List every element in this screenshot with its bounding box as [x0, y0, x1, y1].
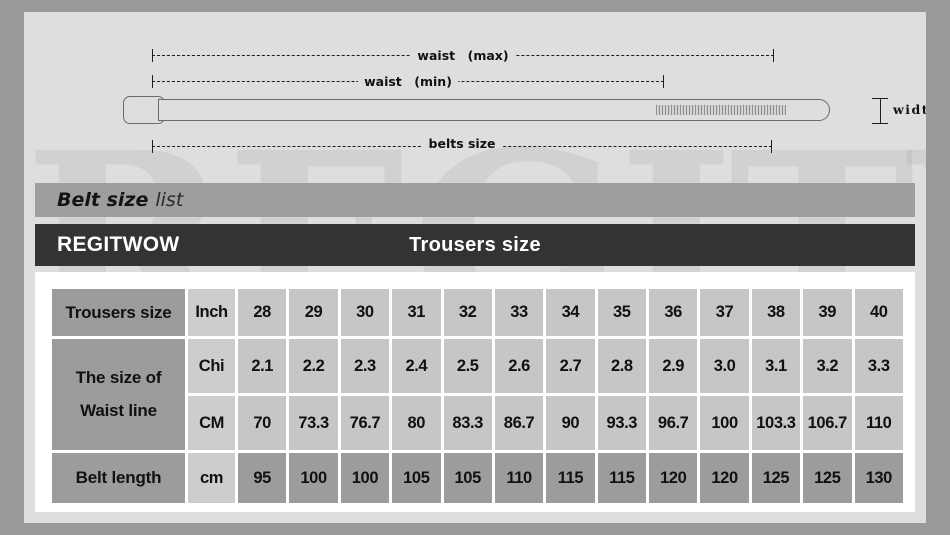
table-row-trousers-size: Trousers size Inch 28 29 30 31 32 33 34 … — [52, 289, 903, 336]
dimension-waist-min: waist (min) — [152, 71, 664, 90]
unit-cell-inch: Inch — [188, 289, 235, 336]
width-stem — [880, 98, 881, 124]
cell-waist-chi-10: 3.1 — [751, 339, 801, 393]
cell-belt-length-12: 130 — [854, 453, 903, 503]
cell-waist-chi-0: 2.1 — [238, 339, 287, 393]
table-row-waist-chi: The size of Waist line Chi 2.1 2.2 2.3 2… — [52, 339, 903, 450]
cell-trousers-size-0: 28 — [238, 289, 287, 336]
cell-belt-length-1: 100 — [289, 453, 338, 503]
cell-waist-chi-1: 2.2 — [289, 339, 338, 393]
brand-name: REGITWOW — [57, 233, 180, 256]
cell-waist-cm-1: 73.3 — [289, 396, 338, 450]
cell-waist-chi-7: 2.8 — [597, 339, 646, 393]
dimension-cap-right — [663, 75, 664, 88]
cell-waist-cm-3: 80 — [392, 396, 441, 450]
cell-waist-cm-0: 70 — [238, 396, 287, 450]
cell-belt-length-2: 100 — [340, 453, 390, 503]
cell-waist-cm-10: 103.3 — [751, 396, 801, 450]
cell-belt-length-3: 105 — [392, 453, 441, 503]
cell-waist-chi-11: 3.2 — [803, 339, 852, 393]
cell-waist-cm-4: 83.3 — [443, 396, 492, 450]
cell-belt-length-10: 125 — [751, 453, 801, 503]
cell-waist-chi-4: 2.5 — [443, 339, 492, 393]
belt-diagram: waist (max) waist (min) width belts size — [24, 12, 926, 172]
cell-waist-chi-6: 2.7 — [546, 339, 595, 393]
cell-waist-cm-7: 93.3 — [597, 396, 646, 450]
cell-waist-cm-6: 90 — [546, 396, 595, 450]
dimension-cap-left — [152, 49, 153, 62]
cell-waist-chi-9: 3.0 — [700, 339, 749, 393]
dimension-cap-right — [773, 49, 774, 62]
row-header-waist-line-1: The size of — [75, 368, 162, 388]
cell-waist-chi-12: 3.3 — [854, 339, 903, 393]
cell-waist-chi-2: 2.3 — [340, 339, 390, 393]
cell-waist-cm-9: 100 — [700, 396, 749, 450]
dimension-cap-left — [152, 75, 153, 88]
cell-trousers-size-6: 34 — [546, 289, 595, 336]
dimension-label-width: width — [893, 102, 926, 117]
cell-waist-cm-2: 76.7 — [340, 396, 390, 450]
dimension-label-waist-min: waist (min) — [358, 71, 458, 90]
dimension-waist-max: waist (max) — [152, 45, 774, 64]
cell-trousers-size-12: 40 — [854, 289, 903, 336]
table-row-belt-length: Belt length cm 95 100 100 105 105 110 11… — [52, 453, 903, 503]
cell-trousers-size-11: 39 — [803, 289, 852, 336]
cell-belt-length-8: 120 — [649, 453, 698, 503]
cell-trousers-size-1: 29 — [289, 289, 338, 336]
cell-waist-cm-5: 86.7 — [494, 396, 544, 450]
dimension-cap-left — [152, 140, 153, 153]
cell-belt-length-5: 110 — [494, 453, 544, 503]
row-header-waist-line: The size of Waist line — [52, 339, 185, 450]
belt-size-list-bold-text: Belt size — [57, 189, 149, 211]
cell-trousers-size-3: 31 — [392, 289, 441, 336]
cell-belt-length-0: 95 — [238, 453, 287, 503]
cell-trousers-size-8: 36 — [649, 289, 698, 336]
belt-size-list-bar: Belt size list — [35, 183, 915, 217]
width-tick-bottom — [872, 123, 888, 124]
cell-belt-length-11: 125 — [803, 453, 852, 503]
cell-waist-chi-8: 2.9 — [649, 339, 698, 393]
cell-trousers-size-10: 38 — [751, 289, 801, 336]
cell-trousers-size-5: 33 — [494, 289, 544, 336]
cell-belt-length-9: 120 — [700, 453, 749, 503]
cell-trousers-size-7: 35 — [597, 289, 646, 336]
row-header-belt-length: Belt length — [52, 453, 185, 503]
dimension-label-waist-max: waist (max) — [411, 45, 515, 64]
cell-belt-length-6: 115 — [546, 453, 595, 503]
cell-waist-chi-3: 2.4 — [392, 339, 441, 393]
cell-belt-length-7: 115 — [597, 453, 646, 503]
cell-trousers-size-4: 32 — [443, 289, 492, 336]
cell-waist-cm-12: 110 — [854, 396, 903, 450]
dimension-label-belts-size: belts size — [422, 136, 502, 151]
belt-holes-icon — [656, 105, 786, 115]
cell-waist-chi-5: 2.6 — [494, 339, 544, 393]
unit-cell-cm-upper: CM — [188, 396, 235, 450]
unit-cell-cm-lower: cm — [188, 453, 235, 503]
width-dimension-marker — [869, 98, 891, 124]
dimension-cap-right — [771, 140, 772, 153]
row-header-waist-line-2: Waist line — [80, 400, 157, 420]
size-table: Trousers size Inch 28 29 30 31 32 33 34 … — [49, 286, 906, 506]
cell-trousers-size-9: 37 — [700, 289, 749, 336]
brand-header-bar: REGITWOW Trousers size — [35, 224, 915, 266]
unit-cell-chi: Chi — [188, 339, 235, 393]
cell-waist-cm-8: 96.7 — [649, 396, 698, 450]
cell-trousers-size-2: 30 — [340, 289, 390, 336]
cell-belt-length-4: 105 — [443, 453, 492, 503]
dimension-belts-size: belts size — [152, 136, 772, 153]
cell-waist-cm-11: 106.7 — [803, 396, 852, 450]
belt-size-list-light-text: list — [155, 189, 184, 211]
size-chart-page: REGITWOW waist (max) waist (min) width — [24, 12, 926, 523]
size-table-frame: Trousers size Inch 28 29 30 31 32 33 34 … — [35, 272, 915, 512]
row-header-trousers-size: Trousers size — [52, 289, 185, 336]
